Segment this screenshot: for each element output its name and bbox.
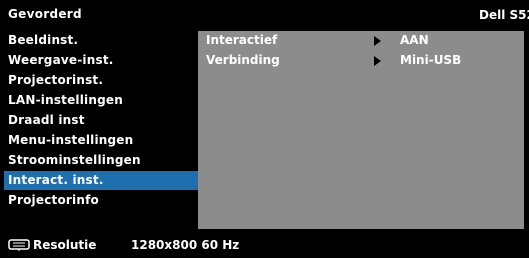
title-bar: Gevorderd Dell S520 <box>0 0 529 30</box>
sidebar-item-draadl-inst[interactable]: Draadl inst <box>4 111 198 130</box>
setting-label: Interactief <box>206 33 278 47</box>
sidebar-item-interact-inst[interactable]: Interact. inst. <box>4 171 198 190</box>
sidebar-item-weergave-inst[interactable]: Weergave-inst. <box>4 51 198 70</box>
sidebar-item-stroominstellingen[interactable]: Stroominstellingen <box>4 151 198 170</box>
sidebar-item-projectorinfo[interactable]: Projectorinfo <box>4 191 198 210</box>
sidebar-item-beeldinst[interactable]: Beeldinst. <box>4 31 198 50</box>
setting-label: Verbinding <box>206 53 280 67</box>
sidebar-item-menu-instellingen[interactable]: Menu-instellingen <box>4 131 198 150</box>
resolution-value: 1280x800 60 Hz <box>131 238 240 252</box>
status-bar: Resolutie 1280x800 60 Hz <box>0 232 529 258</box>
resolution-label: Resolutie <box>33 238 97 252</box>
monitor-icon <box>8 239 30 251</box>
setting-row-interactief[interactable]: Interactief AAN <box>198 31 524 50</box>
sidebar-item-lan-instellingen[interactable]: LAN-instellingen <box>4 91 198 110</box>
sidebar-menu: Beeldinst. Weergave-inst. Projectorinst.… <box>4 31 198 229</box>
arrow-right-icon <box>374 56 381 66</box>
settings-panel: Interactief AAN Verbinding Mini-USB <box>198 31 524 229</box>
setting-value: Mini-USB <box>400 53 462 67</box>
menu-title: Gevorderd <box>8 7 82 21</box>
projector-osd: Gevorderd Dell S520 Beeldinst. Weergave-… <box>0 0 529 258</box>
setting-value: AAN <box>400 33 429 47</box>
sidebar-item-projectorinst[interactable]: Projectorinst. <box>4 71 198 90</box>
arrow-right-icon <box>374 36 381 46</box>
setting-row-verbinding[interactable]: Verbinding Mini-USB <box>198 51 524 70</box>
model-name: Dell S520 <box>479 8 529 22</box>
